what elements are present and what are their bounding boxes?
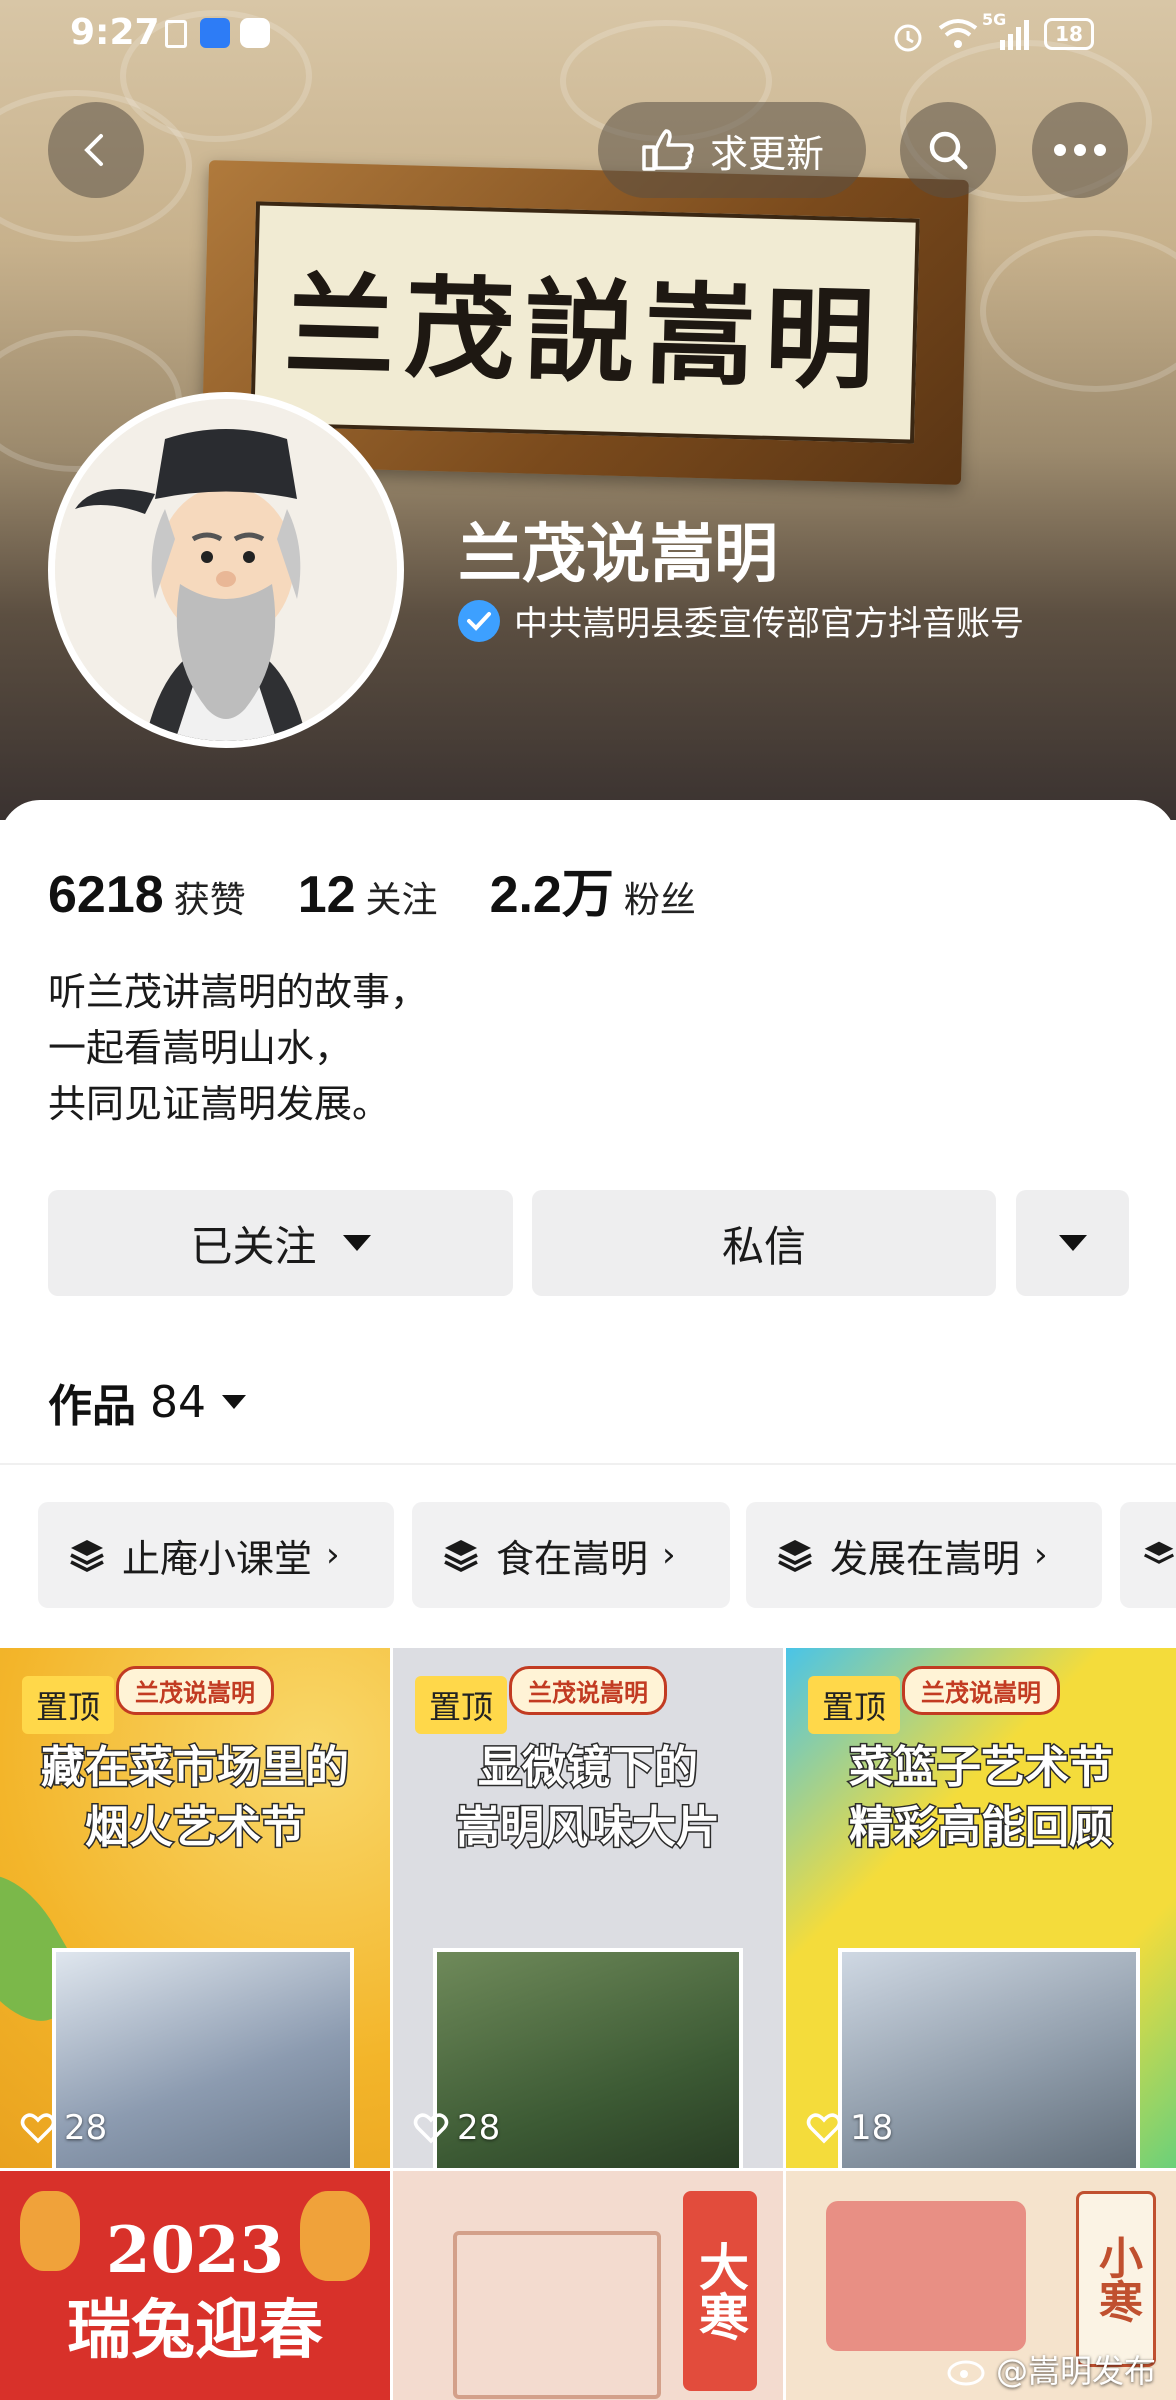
- search-button[interactable]: [900, 102, 996, 198]
- followers-count[interactable]: 2.2万: [490, 852, 614, 927]
- sim-icon: [165, 20, 187, 48]
- follow-label: 已关注: [190, 1221, 317, 1271]
- video-title: 藏在菜市场里的 烟火艺术节: [40, 1741, 351, 1855]
- video-likes: 28: [413, 2108, 500, 2148]
- likes-count: 18: [850, 2108, 894, 2148]
- request-update-button[interactable]: 求更新: [598, 102, 866, 198]
- pinned-badge: 置顶: [415, 1676, 508, 1734]
- video-title: 显微镜下的 嵩明风味大片: [455, 1741, 722, 1855]
- verification-text: 中共嵩明县委宣传部官方抖音账号: [514, 604, 1024, 644]
- video-tile[interactable]: 2023 瑞兔迎春: [0, 2171, 390, 2400]
- follow-button[interactable]: 已关注: [48, 1190, 513, 1296]
- video-likes: 28: [20, 2108, 107, 2148]
- pointing-hand-icon: [642, 129, 694, 171]
- chevron-right-icon: ›: [662, 1535, 676, 1575]
- message-button[interactable]: 私信: [532, 1190, 996, 1296]
- video-tile[interactable]: 兰茂说嵩明 置顶 菜篮子艺术节 精彩高能回顾 18: [786, 1648, 1176, 2168]
- chevron-right-icon: ›: [1034, 1535, 1048, 1575]
- collection-chip[interactable]: 止庵小课堂 ›: [38, 1502, 394, 1608]
- more-button[interactable]: [1032, 102, 1128, 198]
- pinned-badge: 置顶: [808, 1676, 901, 1734]
- more-dots-icon: [1054, 144, 1106, 156]
- profile-bio: 听兰茂讲嵩明的故事， 一起看嵩明山水， 共同见证嵩明发展。: [48, 964, 428, 1132]
- status-time: 9:27: [70, 12, 160, 53]
- video-title: 2023 瑞兔迎春: [67, 2213, 323, 2368]
- layers-icon: [778, 1540, 812, 1572]
- message-label: 私信: [721, 1221, 806, 1271]
- avatar[interactable]: [48, 392, 404, 748]
- likes-count[interactable]: 6218: [48, 865, 164, 925]
- heart-icon: [20, 2113, 56, 2144]
- collection-chip-partial[interactable]: [1120, 1502, 1176, 1608]
- tile-brand-badge: 兰茂说嵩明: [902, 1666, 1060, 1715]
- heart-icon: [413, 2113, 449, 2144]
- illustration-frame: [453, 2231, 661, 2399]
- signal-icon: [1000, 20, 1029, 50]
- alarm-icon: [894, 24, 922, 52]
- collection-chip[interactable]: 食在嵩明 ›: [412, 1502, 730, 1608]
- collection-label: 食在嵩明: [496, 1536, 649, 1581]
- profile-name: 兰茂说嵩明: [458, 518, 778, 590]
- status-bar: 9:27 5G 18: [0, 0, 1176, 70]
- wifi-icon: [938, 19, 978, 48]
- works-label: 作品: [48, 1381, 136, 1432]
- likes-label: 获赞: [173, 880, 246, 921]
- battery-level: 18: [1055, 22, 1083, 46]
- divider: [0, 1463, 1176, 1465]
- video-tile[interactable]: 兰茂说嵩明 置顶 藏在菜市场里的 烟火艺术节 28: [0, 1648, 390, 2168]
- chat-app-icon: [240, 18, 270, 48]
- plaque-text: 兰茂説嵩明: [283, 259, 887, 405]
- request-update-label: 求更新: [709, 131, 824, 176]
- back-button[interactable]: [48, 102, 144, 198]
- recommend-dropdown-button[interactable]: [1016, 1190, 1129, 1296]
- caret-down-icon: [342, 1235, 371, 1251]
- layers-icon: [444, 1540, 478, 1572]
- following-label: 关注: [365, 880, 438, 921]
- layers-icon: [70, 1540, 104, 1572]
- chevron-right-icon: ›: [326, 1535, 340, 1575]
- video-tile[interactable]: 兰茂说嵩明 置顶 显微镜下的 嵩明风味大片 28: [393, 1648, 783, 2168]
- food-illustration: [826, 2201, 1026, 2351]
- stats-row: 6218 获赞 12 关注 2.2万 粉丝: [48, 852, 748, 927]
- bio-line: 共同见证嵩明发展。: [48, 1082, 391, 1126]
- likes-count: 28: [64, 2108, 108, 2148]
- tile-brand-badge: 兰茂说嵩明: [116, 1666, 274, 1715]
- weather-app-icon: [200, 18, 230, 48]
- followers-label: 粉丝: [623, 880, 696, 921]
- bio-line: 一起看嵩明山水，: [48, 1026, 353, 1070]
- likes-count: 28: [457, 2108, 501, 2148]
- watermark-text: @嵩明发布: [995, 2352, 1156, 2390]
- caret-down-icon: [222, 1395, 246, 1409]
- collection-label: 止庵小课堂: [122, 1536, 313, 1581]
- scholar-cartoon-avatar: [55, 399, 397, 741]
- collection-chip[interactable]: 发展在嵩明 ›: [746, 1502, 1102, 1608]
- video-title: 小寒: [1091, 2235, 1142, 2323]
- verification-row: 中共嵩明县委宣传部官方抖音账号: [458, 596, 1024, 645]
- video-tile[interactable]: 大寒: [393, 2171, 783, 2400]
- collection-label: 发展在嵩明: [830, 1536, 1021, 1581]
- video-title: 大寒: [691, 2241, 750, 2341]
- weibo-watermark: @嵩明发布: [946, 2346, 1156, 2392]
- heart-icon: [806, 2113, 842, 2144]
- weibo-logo-icon: [947, 2360, 985, 2386]
- caret-down-icon: [1058, 1235, 1087, 1251]
- search-icon: [929, 131, 968, 170]
- battery-icon: 18: [1044, 18, 1094, 50]
- video-likes: 18: [806, 2108, 893, 2148]
- bio-line: 听兰茂讲嵩明的故事，: [48, 970, 429, 1014]
- works-count: 84: [150, 1376, 206, 1428]
- pinned-badge: 置顶: [22, 1676, 115, 1734]
- chevron-left-icon: [84, 134, 103, 166]
- video-title: 菜篮子艺术节 精彩高能回顾: [848, 1741, 1115, 1855]
- tile-brand-badge: 兰茂说嵩明: [509, 1666, 667, 1715]
- following-count[interactable]: 12: [298, 865, 356, 925]
- layers-icon: [1143, 1541, 1175, 1564]
- works-tab[interactable]: 作品 84: [48, 1370, 246, 1434]
- verified-badge-icon: [458, 599, 500, 642]
